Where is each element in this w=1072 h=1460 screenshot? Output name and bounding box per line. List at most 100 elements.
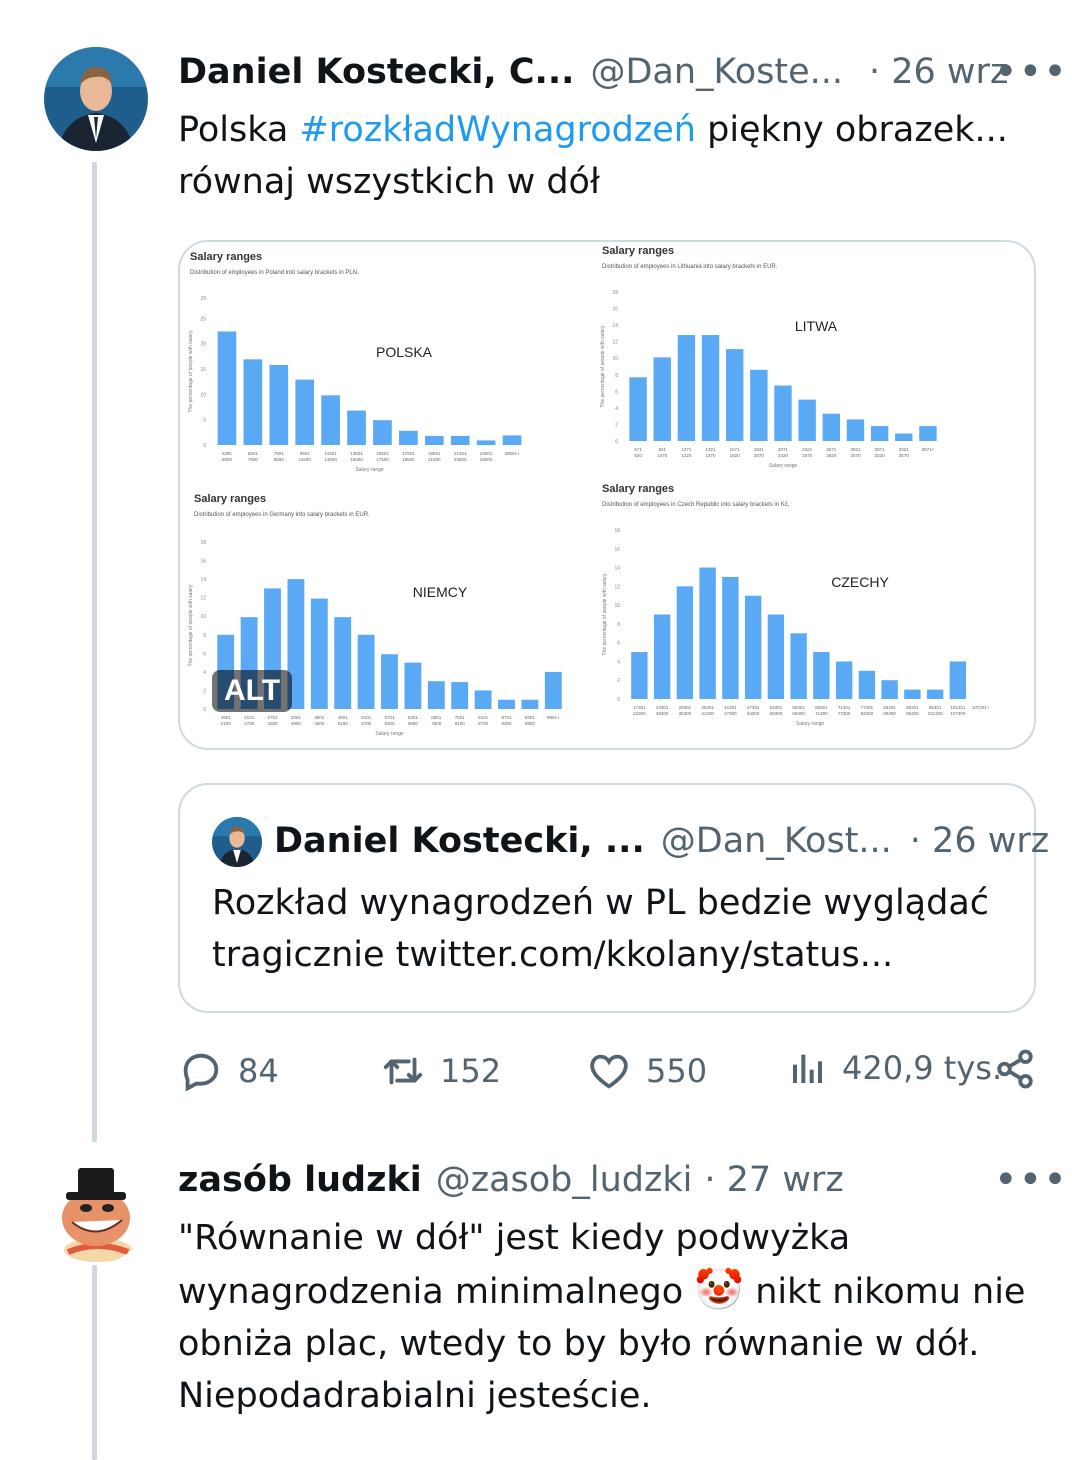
chart-bar	[381, 654, 398, 709]
chart-subtitle: Distribution of employees in Lithuania i…	[602, 264, 778, 270]
x-tick-label: 11500	[299, 457, 312, 462]
x-tick-label: 65300	[792, 711, 805, 716]
x-tick-label: 83300	[861, 711, 874, 716]
chart-bar	[701, 335, 720, 441]
y-tick-label: 10	[200, 614, 206, 620]
x-tick-label: 9501	[300, 451, 311, 456]
reply-avatar[interactable]	[44, 1160, 148, 1264]
retweet-icon	[383, 1057, 423, 1085]
x-tick-label: 2821	[850, 447, 861, 452]
quoted-avatar	[212, 817, 262, 867]
x-axis-label: Salary range	[375, 731, 404, 737]
y-tick-label: 12	[612, 340, 618, 346]
chart-bar	[357, 634, 375, 709]
chart-bar	[813, 652, 830, 699]
avatar[interactable]	[44, 47, 148, 151]
x-axis-label: Salary range	[796, 721, 825, 727]
x-tick-label: 1820	[730, 453, 741, 458]
x-tick-label: 25501+	[504, 451, 520, 456]
x-tick-label: 1571	[730, 447, 741, 452]
y-tick-label: 10	[612, 356, 618, 362]
author-name[interactable]: Daniel Kostecki, C...	[178, 50, 574, 94]
chart-bar	[822, 413, 841, 441]
y-tick-label: 0	[203, 707, 206, 713]
x-tick-label: 8700	[478, 721, 489, 726]
country-label: LITWA	[795, 318, 838, 334]
tweet-image[interactable]: Salary ranges Distribution of employees i…	[178, 240, 1036, 750]
x-tick-label: 107300	[950, 711, 966, 716]
x-tick-label: 101301	[950, 705, 966, 710]
chart-bar	[767, 614, 785, 699]
reply-handle[interactable]: @zasob_ludzki	[436, 1158, 693, 1202]
chart-bar	[521, 699, 539, 709]
retweet-button[interactable]: 152	[380, 1048, 501, 1094]
x-tick-label: 29301	[679, 705, 692, 710]
y-axis-label: The percentage of people with salary	[600, 325, 606, 407]
x-tick-label: 41300	[701, 711, 714, 716]
reply-button[interactable]: 84	[178, 1048, 279, 1094]
chart-title: Salary ranges	[602, 483, 674, 495]
reply-date[interactable]: · 27 wrz	[704, 1158, 843, 1202]
y-tick-label: 6	[203, 651, 206, 657]
y-tick-label: 4	[203, 670, 206, 676]
x-tick-label: 9901+	[547, 715, 560, 720]
x-tick-label: 7500	[248, 457, 259, 462]
y-tick-label: 14	[614, 566, 620, 572]
y-tick-label: 15	[200, 367, 206, 373]
x-tick-label: 23501	[480, 451, 493, 456]
more-options-icon[interactable]: •••	[994, 52, 1068, 92]
x-tick-label: 3071	[875, 447, 886, 452]
author-handle[interactable]: @Dan_Koste...	[590, 50, 843, 94]
chart-bar	[926, 689, 944, 699]
chart-bar	[451, 682, 469, 709]
x-tick-label: 3570	[899, 453, 910, 458]
x-tick-label: 35300	[679, 711, 692, 716]
chart-bar	[295, 379, 315, 445]
x-axis-label: Salary range	[769, 463, 798, 469]
reply-more-options-icon[interactable]: •••	[994, 1160, 1068, 1200]
x-tick-label: 571	[634, 447, 642, 452]
x-tick-label: 47300	[724, 711, 737, 716]
quoted-handle: @Dan_Kost...	[660, 821, 892, 861]
x-tick-label: 71301	[838, 705, 851, 710]
chart-bar	[870, 426, 889, 441]
x-tick-label: 53300	[747, 711, 760, 716]
x-tick-label: 29300	[656, 711, 669, 716]
x-tick-label: 21500	[428, 457, 441, 462]
x-tick-label: 21501	[454, 451, 467, 456]
y-tick-label: 4	[617, 659, 620, 665]
x-tick-label: 59300	[770, 711, 783, 716]
chart-bar	[502, 435, 522, 445]
x-tick-label: 71300	[815, 711, 828, 716]
y-tick-label: 10	[200, 392, 206, 398]
x-tick-label: 89300	[883, 711, 896, 716]
x-tick-label: 59301	[792, 705, 805, 710]
x-tick-label: 5500	[222, 457, 233, 462]
share-button[interactable]	[994, 1048, 1050, 1090]
alt-badge[interactable]: ALT	[212, 670, 293, 712]
quoted-tweet[interactable]: Daniel Kostecki, ... @Dan_Kost... · 26 w…	[178, 783, 1049, 1013]
salary-charts-image: Salary ranges Distribution of employees i…	[188, 245, 990, 737]
x-tick-label: 9301	[525, 715, 536, 720]
hashtag-link[interactable]: #rozkładWynagrodzeń	[299, 110, 696, 150]
x-tick-label: 101300	[928, 711, 944, 716]
x-tick-label: 3301	[291, 715, 302, 720]
quoted-author-name: Daniel Kostecki, ...	[274, 821, 645, 861]
country-label: POLSKA	[376, 344, 433, 360]
views-button[interactable]: 420,9 tys.	[788, 1048, 1002, 1088]
like-button[interactable]: 550	[586, 1048, 707, 1094]
y-axis-label: The percentage of people with salary	[188, 330, 194, 412]
chart-bar	[949, 661, 967, 699]
reply-author-name[interactable]: zasób ludzki	[178, 1158, 422, 1202]
tweet-date[interactable]: · 26 wrz	[869, 50, 1008, 94]
views-icon	[793, 1054, 822, 1083]
x-tick-label: 820	[634, 453, 642, 458]
y-tick-label: 5	[203, 418, 206, 424]
x-tick-label: 5101	[361, 715, 372, 720]
x-tick-label: 2820	[826, 453, 837, 458]
x-tick-label: 2700	[244, 721, 255, 726]
y-tick-label: 8	[617, 622, 620, 628]
chart-bar	[217, 331, 237, 445]
chart-bar	[835, 661, 853, 699]
y-tick-label: 16	[200, 559, 206, 565]
